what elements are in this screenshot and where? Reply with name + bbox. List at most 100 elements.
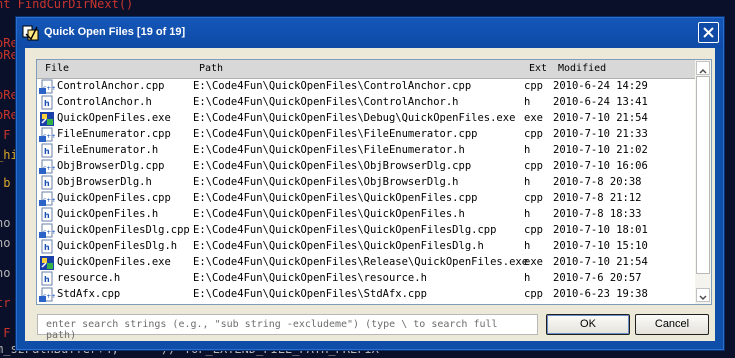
cell-modified: 2010-7-10 18:01: [553, 224, 648, 236]
header-file-icon: h: [41, 175, 53, 190]
cell-file: ObjBrowserDlg.h: [57, 176, 152, 188]
table-row[interactable]: h resource.h E:\Code4Fun\QuickOpenFiles\re…: [37, 271, 695, 287]
table-row[interactable]: h ControlAnchor.h E:\Code4Fun\QuickOpenFil…: [37, 95, 695, 111]
cell-modified: 2010-7-8 20:38: [553, 176, 642, 188]
column-header-modified[interactable]: Modified: [558, 63, 606, 74]
table-row[interactable]: c++FileEnumerator.cpp E:\Code4Fun\QuickOp…: [37, 127, 695, 143]
code-line: no: [0, 236, 11, 250]
scroll-down-button[interactable]: [696, 288, 710, 302]
cell-file: StdAfx.cpp: [57, 288, 121, 300]
close-icon: [703, 27, 714, 38]
cell-file: resource.h: [57, 272, 121, 284]
table-row[interactable]: c++QuickOpenFiles.cpp E:\Code4Fun\QuickOp…: [37, 191, 695, 207]
svg-text:h: h: [44, 179, 50, 188]
cell-path: E:\Code4Fun\QuickOpenFiles\QuickOpenFile…: [193, 224, 497, 236]
dialog-titlebar[interactable]: Quick Open Files [19 of 19]: [17, 18, 723, 48]
svg-text:h: h: [44, 147, 50, 156]
header-file-icon: h: [41, 95, 53, 110]
code-line: no: [0, 266, 11, 280]
cell-path: E:\Code4Fun\QuickOpenFiles\StdAfx.cpp: [193, 288, 427, 300]
cpp-file-icon: c++: [39, 223, 55, 238]
cell-file: QuickOpenFiles.exe: [57, 256, 171, 268]
cell-ext: exe: [524, 112, 543, 124]
cell-modified: 2010-7-10 21:02: [553, 144, 648, 156]
table-row[interactable]: QuickOpenFiles.exe E:\Code4Fun\QuickOpenF…: [37, 255, 695, 271]
cell-ext: cpp: [524, 128, 543, 140]
table-row[interactable]: h QuickOpenFilesDlg.h E:\Code4Fun\QuickOpe…: [37, 239, 695, 255]
cell-modified: 2010-7-10 21:54: [553, 112, 648, 124]
cell-ext: cpp: [524, 80, 543, 92]
column-header-ext[interactable]: Ext: [529, 63, 547, 74]
cell-ext: h: [524, 240, 531, 252]
cell-ext: h: [524, 272, 531, 284]
cell-ext: cpp: [524, 288, 543, 300]
cell-ext: h: [524, 144, 531, 156]
close-button[interactable]: [698, 22, 719, 43]
cell-file: QuickOpenFiles.cpp: [57, 192, 171, 204]
table-row[interactable]: h FileEnumerator.h E:\Code4Fun\QuickOpenFi…: [37, 143, 695, 159]
table-row[interactable]: h QuickOpenFiles.h E:\Code4Fun\QuickOpenFi…: [37, 207, 695, 223]
list-header: File Path Ext Modified: [37, 60, 695, 79]
cell-path: E:\Code4Fun\QuickOpenFiles\FileEnumerato…: [193, 144, 465, 156]
svg-text:h: h: [44, 211, 50, 220]
header-file-icon: h: [41, 271, 53, 286]
file-list[interactable]: File Path Ext Modified c++ControlAnchor.…: [36, 59, 712, 305]
cell-file: ControlAnchor.cpp: [57, 80, 165, 92]
scroll-up-button[interactable]: [696, 61, 710, 75]
cell-ext: exe: [524, 256, 543, 268]
code-line: F: [3, 128, 11, 142]
ok-button[interactable]: OK: [546, 314, 630, 335]
cell-modified: 2010-7-8 21:12: [553, 192, 642, 204]
cell-modified: 2010-6-24 14:29: [553, 80, 648, 92]
cell-modified: 2010-7-10 21:54: [553, 256, 648, 268]
cell-modified: 2010-7-10 21:33: [553, 128, 648, 140]
cell-modified: 2010-7-6 20:57: [553, 272, 642, 284]
header-file-icon: h: [41, 143, 53, 158]
cell-file: ControlAnchor.h: [57, 96, 152, 108]
cell-file: QuickOpenFilesDlg.cpp: [57, 224, 190, 236]
code-line: b: [3, 176, 11, 190]
cell-path: E:\Code4Fun\QuickOpenFiles\resource.h: [193, 272, 427, 284]
cpp-file-icon: c++: [39, 79, 55, 94]
header-file-icon: h: [41, 239, 53, 254]
cell-ext: cpp: [524, 224, 543, 236]
cell-modified: 2010-6-24 13:41: [553, 96, 648, 108]
cell-file: FileEnumerator.cpp: [57, 128, 171, 140]
table-row[interactable]: c++ControlAnchor.cpp E:\Code4Fun\QuickOpe…: [37, 79, 695, 95]
table-row[interactable]: QuickOpenFiles.exe E:\Code4Fun\QuickOpenF…: [37, 111, 695, 127]
cell-file: FileEnumerator.h: [57, 144, 159, 156]
scroll-thumb[interactable]: [696, 76, 710, 274]
table-row[interactable]: c++QuickOpenFilesDlg.cppE:\Code4Fun\Quic…: [37, 223, 695, 239]
cell-path: E:\Code4Fun\QuickOpenFiles\FileEnumerato…: [193, 128, 478, 140]
app-icon: [22, 25, 39, 41]
column-header-path[interactable]: Path: [199, 63, 223, 74]
cell-ext: h: [524, 208, 531, 220]
exe-file-icon: [40, 256, 54, 270]
cell-modified: 2010-7-10 16:06: [553, 160, 648, 172]
cell-path: E:\Code4Fun\QuickOpenFiles\QuickOpenFile…: [193, 208, 465, 220]
table-row[interactable]: h ObjBrowserDlg.h E:\Code4Fun\QuickOpenFil…: [37, 175, 695, 191]
cell-path: E:\Code4Fun\QuickOpenFiles\Release\Quick…: [193, 256, 529, 268]
cell-modified: 2010-7-10 15:10: [553, 240, 648, 252]
cell-file: QuickOpenFiles.h: [57, 208, 159, 220]
chevron-down-icon: [699, 295, 707, 301]
cell-ext: cpp: [524, 160, 543, 172]
cell-ext: h: [524, 176, 531, 188]
cell-path: E:\Code4Fun\QuickOpenFiles\ControlAnchor…: [193, 96, 459, 108]
cpp-file-icon: c++: [39, 159, 55, 174]
code-line: nt FindCurDirNext(): [0, 0, 134, 11]
code-line: F: [3, 326, 11, 340]
svg-text:h: h: [44, 243, 50, 252]
search-input[interactable]: enter search strings (e.g., "sub string …: [37, 314, 538, 341]
vertical-scrollbar[interactable]: [695, 60, 711, 304]
table-row[interactable]: c++ObjBrowserDlg.cpp E:\Code4Fun\QuickOpe…: [37, 159, 695, 175]
cancel-button[interactable]: Cancel: [635, 314, 709, 335]
table-row[interactable]: c++StdAfx.cpp E:\Code4Fun\QuickOpenFiles\…: [37, 287, 695, 303]
cell-modified: 2010-6-23 19:38: [553, 288, 648, 300]
header-file-icon: h: [41, 207, 53, 222]
cell-ext: h: [524, 96, 531, 108]
column-header-file[interactable]: File: [45, 63, 69, 74]
cell-ext: cpp: [524, 192, 543, 204]
cell-file: QuickOpenFiles.exe: [57, 112, 171, 124]
cell-path: E:\Code4Fun\QuickOpenFiles\ObjBrowserDlg…: [193, 176, 459, 188]
